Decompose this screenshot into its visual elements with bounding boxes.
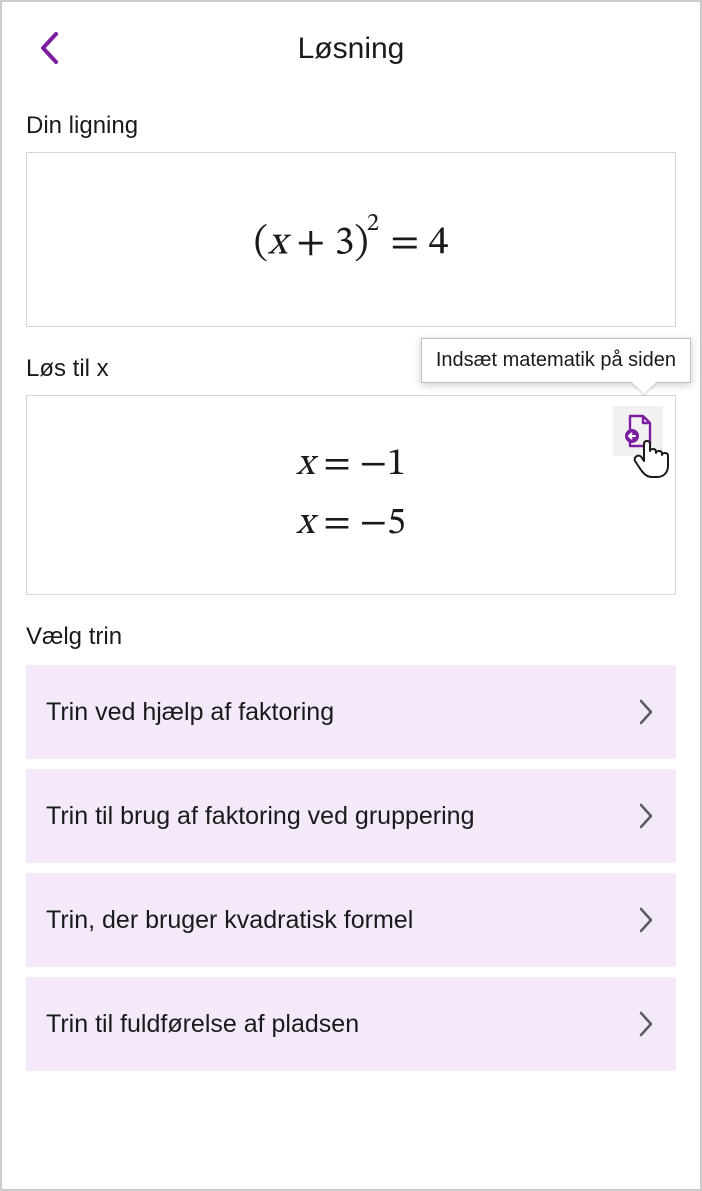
step-item-factoring[interactable]: Trin ved hjælp af faktoring (26, 665, 676, 759)
insert-math-button[interactable] (613, 406, 663, 456)
solution-box: Indsæt matematik på siden x = −1x = −5 (26, 395, 676, 595)
solution-values: x = −1x = −5 (296, 436, 406, 554)
chevron-right-icon (638, 802, 654, 830)
solve-section: Løs til x Indsæt matematik på siden x = … (26, 355, 676, 595)
steps-list: Trin ved hjælp af faktoring Trin til bru… (26, 665, 676, 1071)
equation-section-label: Din ligning (26, 112, 676, 140)
step-item-completing-square[interactable]: Trin til fuldførelse af pladsen (26, 977, 676, 1071)
step-item-quadratic-formula[interactable]: Trin, der bruger kvadratisk formel (26, 873, 676, 967)
page-title: Løsning (298, 32, 405, 66)
back-button[interactable] (34, 32, 66, 64)
chevron-left-icon (38, 31, 62, 65)
step-label: Trin til fuldførelse af pladsen (46, 1010, 359, 1039)
panel-header: Løsning (26, 14, 676, 84)
step-label: Trin til brug af faktoring ved grupperin… (46, 802, 474, 831)
equation-box: (x + 3)2 = 4 (26, 152, 676, 327)
insert-tooltip: Indsæt matematik på siden (421, 338, 691, 383)
step-label: Trin, der bruger kvadratisk formel (46, 906, 413, 935)
chevron-right-icon (638, 906, 654, 934)
math-solution-panel: Løsning Din ligning (x + 3)2 = 4 Løs til… (1, 1, 701, 1190)
step-label: Trin ved hjælp af faktoring (46, 698, 334, 727)
steps-section-label: Vælg trin (26, 623, 676, 651)
solve-section-label: Løs til x (26, 355, 109, 383)
step-item-factoring-grouping[interactable]: Trin til brug af faktoring ved grupperin… (26, 769, 676, 863)
insert-page-icon (623, 414, 653, 448)
chevron-right-icon (638, 698, 654, 726)
equation-display: (x + 3)2 = 4 (254, 207, 449, 272)
chevron-right-icon (638, 1010, 654, 1038)
